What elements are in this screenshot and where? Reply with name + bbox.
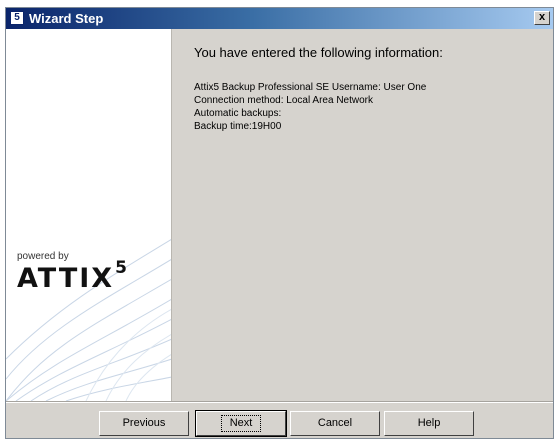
summary-line-backup-time: Backup time:19H00 <box>194 121 282 132</box>
previous-button-label: Previous <box>122 417 166 429</box>
app-icon: 5 <box>10 11 24 25</box>
summary-info: Attix5 Backup Professional SE Username: … <box>194 81 426 133</box>
button-bar: Previous Next Cancel Help <box>6 401 553 438</box>
close-button[interactable]: x <box>534 11 550 25</box>
summary-line-automatic-backups: Automatic backups: <box>194 108 282 119</box>
help-button[interactable]: Help <box>384 411 474 436</box>
branding-sidebar: powered by ATTIX5 <box>6 29 172 401</box>
cancel-button-label: Cancel <box>317 417 353 429</box>
window-title: Wizard Step <box>29 11 104 26</box>
summary-heading: You have entered the following informati… <box>194 45 443 60</box>
previous-button[interactable]: Previous <box>99 411 189 436</box>
title-bar[interactable]: 5 Wizard Step x <box>6 8 553 29</box>
attix5-logo: ATTIX5 <box>17 258 129 294</box>
next-button-label: Next <box>220 415 262 432</box>
summary-panel: You have entered the following informati… <box>184 29 553 401</box>
wizard-window: 5 Wizard Step x powered by ATTIX5 You ha… <box>5 7 554 439</box>
cancel-button[interactable]: Cancel <box>290 411 380 436</box>
powered-by-label: powered by <box>17 251 69 262</box>
logo-text: ATTIX <box>17 263 115 294</box>
help-button-label: Help <box>417 417 441 429</box>
next-button[interactable]: Next <box>195 410 287 437</box>
sidebar-curves-decoration <box>6 239 171 401</box>
logo-superscript: 5 <box>115 258 129 278</box>
summary-line-connection: Connection method: Local Area Network <box>194 95 373 106</box>
summary-line-username: Attix5 Backup Professional SE Username: … <box>194 82 427 93</box>
